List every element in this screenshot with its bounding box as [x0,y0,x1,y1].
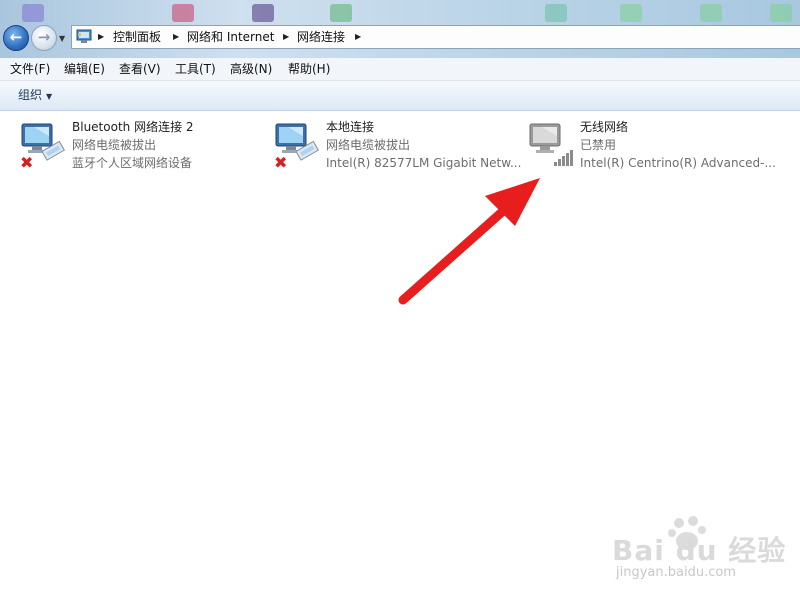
baidu-jingyan-watermark: Bai du 经验 jingyan.baidu.com [612,515,792,585]
annotation-arrow-icon [398,178,540,305]
watermark-url: jingyan.baidu.com [616,565,736,580]
watermark-logo: Bai du 经验 [612,534,787,567]
